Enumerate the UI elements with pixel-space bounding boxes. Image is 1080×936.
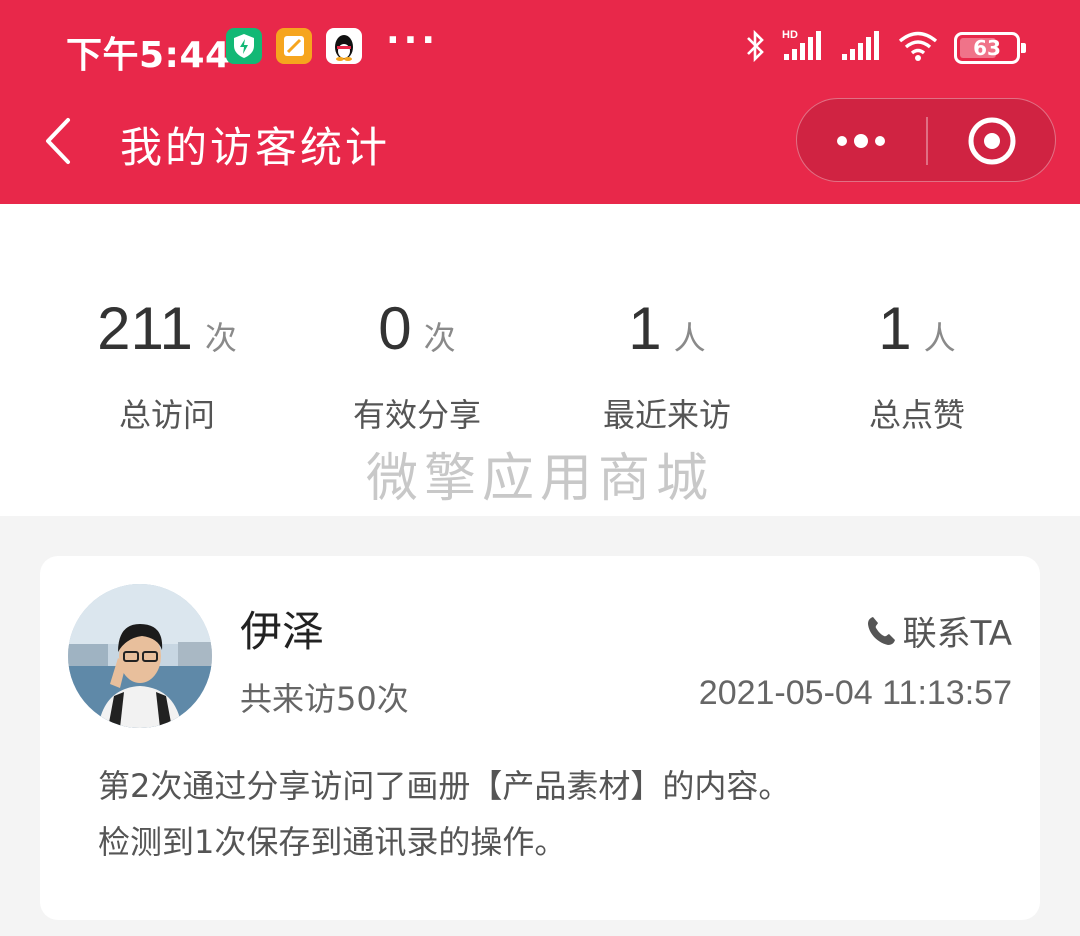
- stat-value: 211: [97, 295, 193, 362]
- stat-unit: 次: [423, 319, 456, 357]
- status-bar: 下午5:44 ··· HD 63: [0, 0, 1080, 96]
- stat-label: 总点赞: [868, 396, 965, 434]
- wifi-icon: [896, 28, 940, 68]
- activity-description: 第2次通过分享访问了画册【产品素材】的内容。 检测到1次保存到通讯录的操作。: [98, 758, 790, 870]
- activity-line: 第2次通过分享访问了画册【产品素材】的内容。: [98, 767, 791, 805]
- watermark-text: 微擎应用商城: [365, 449, 714, 509]
- stat-value: 1: [878, 295, 912, 362]
- more-options-button[interactable]: [797, 99, 925, 183]
- close-mini-program-button[interactable]: [929, 99, 1055, 183]
- svg-text:HD: HD: [782, 29, 798, 41]
- stat-effective-shares: 0次 有效分享: [292, 294, 542, 436]
- back-button[interactable]: [40, 114, 80, 168]
- visitor-name: 伊泽: [240, 607, 325, 656]
- mini-program-capsule: [796, 98, 1056, 182]
- contact-label: 联系TA: [902, 614, 1012, 654]
- activity-line: 检测到1次保存到通讯录的操作。: [98, 823, 567, 861]
- stat-value: 1: [628, 295, 662, 362]
- battery-level: 63: [973, 36, 1001, 60]
- app-header: 下午5:44 ··· HD 63 我的访客统计: [0, 0, 1080, 204]
- avatar: [68, 584, 212, 728]
- last-visit-time: 2021-05-04 11:13:57: [698, 674, 1012, 712]
- bluetooth-icon: [744, 28, 768, 68]
- stat-value: 0: [378, 295, 412, 362]
- contact-button[interactable]: 联系TA: [865, 606, 1012, 655]
- stat-recent-visitors: 1人 最近来访: [542, 294, 792, 436]
- stat-total-likes: 1人 总点赞: [792, 294, 1042, 436]
- stat-total-visits: 211 次 总访问: [42, 294, 292, 436]
- visitor-card[interactable]: 伊泽 联系TA 共来访50次 2021-05-04 11:13:57 第2次通过…: [40, 556, 1040, 920]
- qq-app-icon: [326, 28, 362, 64]
- stat-label: 最近来访: [602, 396, 731, 434]
- phone-icon: [867, 616, 895, 645]
- security-app-icon: [226, 28, 262, 64]
- more-notifications-icon: ···: [386, 20, 440, 61]
- battery-icon: 63: [954, 32, 1026, 64]
- more-dots-icon: [837, 134, 885, 148]
- status-indicators: HD 63: [744, 28, 1026, 68]
- notes-app-icon: [276, 28, 312, 64]
- stat-unit: 人: [923, 319, 956, 357]
- capsule-divider: [926, 117, 928, 165]
- stat-label: 总访问: [118, 396, 215, 434]
- stat-unit: 人: [673, 319, 706, 357]
- page-title: 我的访客统计: [120, 123, 391, 172]
- signal-icon: [840, 28, 882, 68]
- stat-label: 有效分享: [352, 396, 481, 434]
- signal-hd-icon: HD: [782, 28, 826, 68]
- status-time: 下午5:44: [66, 35, 231, 76]
- stat-unit: 次: [204, 319, 237, 357]
- back-arrow-icon: [46, 118, 70, 164]
- navigation-bar: 我的访客统计: [0, 96, 1080, 204]
- visit-count: 共来访50次: [240, 680, 409, 718]
- target-circle-icon: [968, 117, 1016, 165]
- stats-panel: 211 次 总访问 0次 有效分享 1人 最近来访 1人 总点赞 微擎应用商城: [0, 204, 1080, 516]
